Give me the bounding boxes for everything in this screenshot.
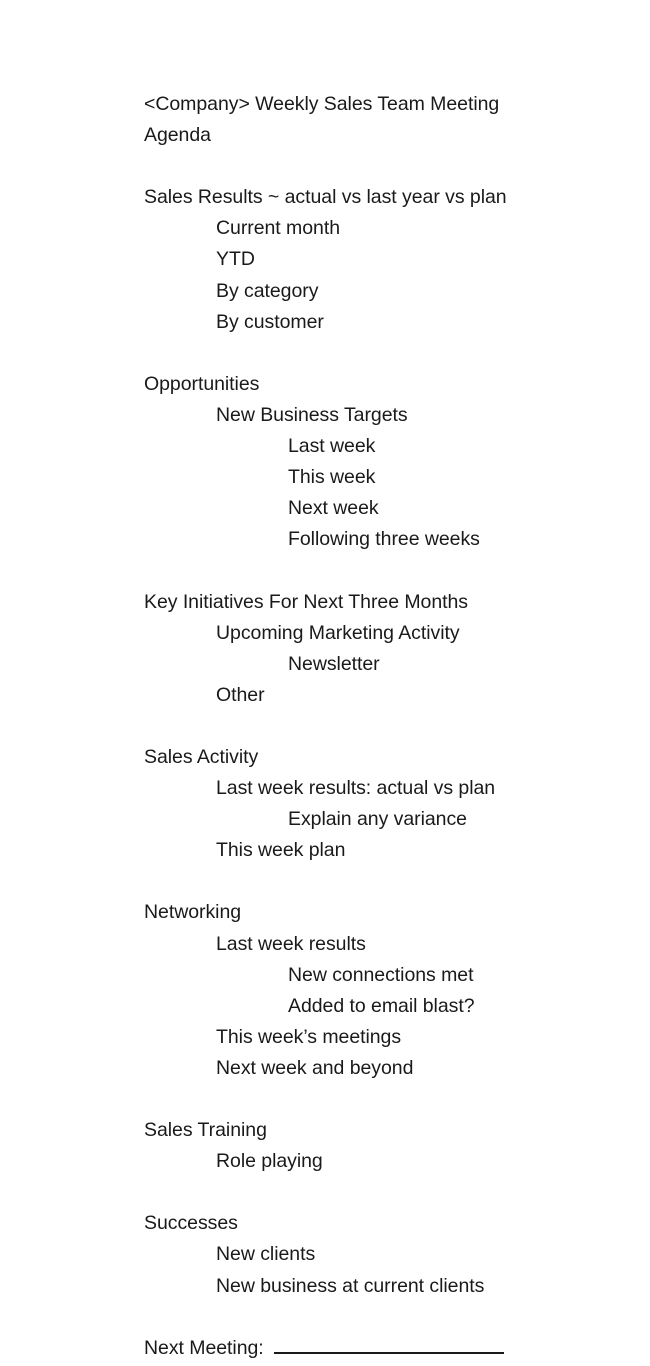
section-gap-0	[144, 151, 624, 182]
agenda-item: New Business Targets	[216, 403, 408, 426]
document-page: <Company> Weekly Sales Team Meeting Agend…	[0, 0, 650, 1366]
agenda-item: Current month	[216, 217, 340, 240]
agenda-item: YTD	[216, 248, 255, 271]
agenda-item: Last week	[288, 435, 376, 458]
agenda-item: This week’s meetings	[216, 1025, 402, 1048]
agenda-item: This week plan	[216, 839, 346, 862]
agenda-item: New business at current clients	[216, 1274, 485, 1297]
section-gap-6	[144, 1177, 624, 1208]
section-gap-5	[144, 1084, 624, 1115]
agenda-item: Upcoming Marketing Activity	[216, 621, 460, 644]
agenda-item: Next week	[288, 497, 379, 520]
next-meeting-row: Next Meeting:	[144, 1333, 624, 1364]
agenda-item: Newsletter	[288, 652, 380, 675]
section-heading: Sales Activity	[144, 745, 259, 768]
agenda-item: Next week and beyond	[216, 1056, 414, 1079]
agenda-item: New clients	[216, 1243, 316, 1266]
section-gap-3	[144, 711, 624, 742]
document-title: <Company> Weekly Sales Team Meeting	[144, 93, 500, 115]
next-meeting-blank[interactable]	[273, 1338, 504, 1354]
agenda-item: Last week results	[216, 932, 366, 955]
agenda-item: By category	[216, 279, 319, 302]
document-title-continued: Agenda	[144, 124, 211, 147]
section-heading: Key Initiatives For Next Three Months	[144, 590, 469, 613]
agenda-item: Added to email blast?	[288, 994, 475, 1017]
agenda-item: Explain any variance	[288, 808, 467, 831]
agenda-content: <Company> Weekly Sales Team Meeting Agend…	[144, 89, 624, 1364]
agenda-item: By customer	[216, 310, 324, 333]
section-heading: Successes	[144, 1212, 238, 1235]
section-gap-4	[144, 866, 624, 897]
agenda-item: Last week results: actual vs plan	[216, 777, 496, 800]
section-heading: Networking	[144, 901, 242, 924]
next-meeting-label: Next Meeting:	[144, 1336, 264, 1359]
section-heading: Sales Training	[144, 1119, 267, 1142]
agenda-item: Role playing	[216, 1150, 323, 1173]
agenda-item: This week	[288, 466, 376, 489]
agenda-item: Following three weeks	[288, 528, 480, 551]
section-gap-2	[144, 555, 624, 586]
section-heading: Sales Results ~ actual vs last year vs p…	[144, 186, 507, 209]
section-gap-1	[144, 338, 624, 369]
agenda-item: New connections met	[288, 963, 474, 986]
section-heading: Opportunities	[144, 372, 260, 395]
agenda-item: Other	[216, 683, 265, 706]
footer-gap	[144, 1302, 624, 1333]
